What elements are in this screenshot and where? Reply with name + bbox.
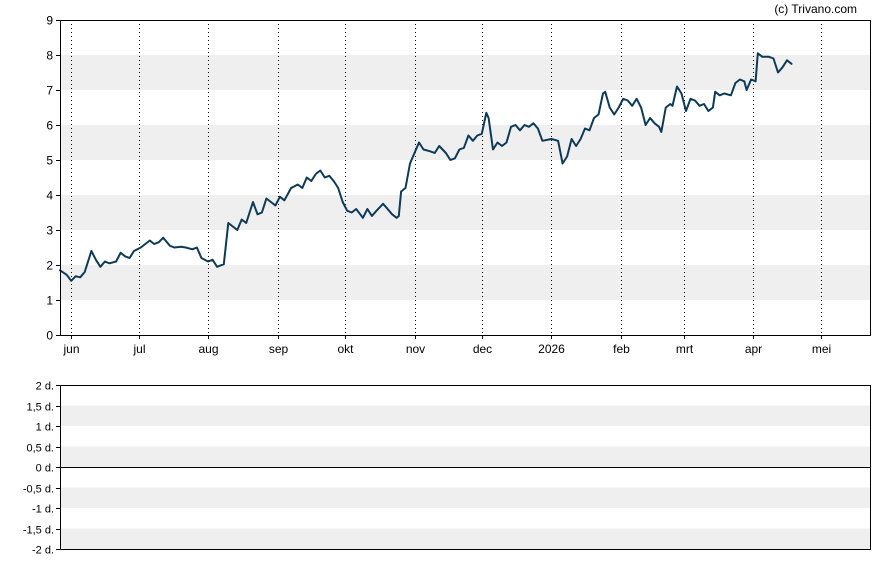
y-tick-label: -1 d.: [32, 504, 54, 516]
top-band: [60, 195, 870, 230]
x-tick-label: 2026: [538, 342, 565, 356]
y-tick-label: -2 d.: [32, 545, 54, 557]
y-tick-label: 0: [46, 329, 53, 343]
y-tick-label: 7: [46, 84, 53, 98]
y-tick-label: 9: [46, 14, 53, 28]
y-tick-label: 2: [46, 259, 53, 273]
y-tick-label: 6: [46, 119, 53, 133]
chart-stage: 0 1 2 3 4 5 6 7 8 9 jun jul aug sep okt nov dec 2026 feb m…: [0, 0, 888, 565]
top-band: [60, 265, 870, 300]
y-tick-label: 0 d.: [36, 463, 54, 475]
y-tick-label: 5: [46, 154, 53, 168]
x-tick-label: nov: [406, 342, 425, 356]
y-tick-label: -1,5 d.: [23, 525, 54, 537]
top-chart-x-tick-labels: jun jul aug sep okt nov dec 2026 feb mrt apr mei: [62, 335, 831, 356]
top-chart-bands: [60, 55, 870, 300]
bottom-chart-y-tick-labels: 2 d. 1,5 d. 1 d. 0,5 d. 0 d. -0,5 d. -1 d. -1,5…: [23, 381, 60, 557]
top-chart-y-tick-labels: 0 1 2 3 4 5 6 7 8 9: [46, 14, 60, 343]
y-tick-label: 4: [46, 189, 53, 203]
y-tick-label: 0,5 d.: [26, 443, 54, 455]
bottom-band: [60, 487, 870, 508]
x-tick-label: jul: [132, 342, 145, 356]
y-tick-label: 3: [46, 224, 53, 238]
x-tick-label: feb: [613, 342, 630, 356]
y-tick-label: 1,5 d.: [26, 402, 54, 414]
x-tick-label: dec: [473, 342, 492, 356]
x-tick-label: sep: [269, 342, 289, 356]
y-tick-label: 8: [46, 49, 53, 63]
x-tick-label: mrt: [676, 342, 694, 356]
bottom-band: [60, 405, 870, 426]
x-tick-label: jun: [62, 342, 79, 356]
y-tick-label: 1 d.: [36, 422, 54, 434]
bottom-band: [60, 528, 870, 549]
x-tick-label: okt: [337, 342, 354, 356]
watermark-credit: (c) Trivano.com: [774, 2, 857, 16]
x-tick-label: aug: [198, 342, 218, 356]
y-tick-label: 2 d.: [36, 381, 54, 393]
y-tick-label: 1: [46, 294, 53, 308]
y-tick-label: -0,5 d.: [23, 484, 54, 496]
price-chart-svg: 0 1 2 3 4 5 6 7 8 9 jun jul aug sep okt nov dec 2026 feb m…: [23, 2, 871, 557]
bottom-band: [60, 446, 870, 467]
x-tick-label: apr: [745, 342, 762, 356]
x-tick-label: mei: [812, 342, 831, 356]
bottom-chart-bands: [60, 405, 870, 549]
